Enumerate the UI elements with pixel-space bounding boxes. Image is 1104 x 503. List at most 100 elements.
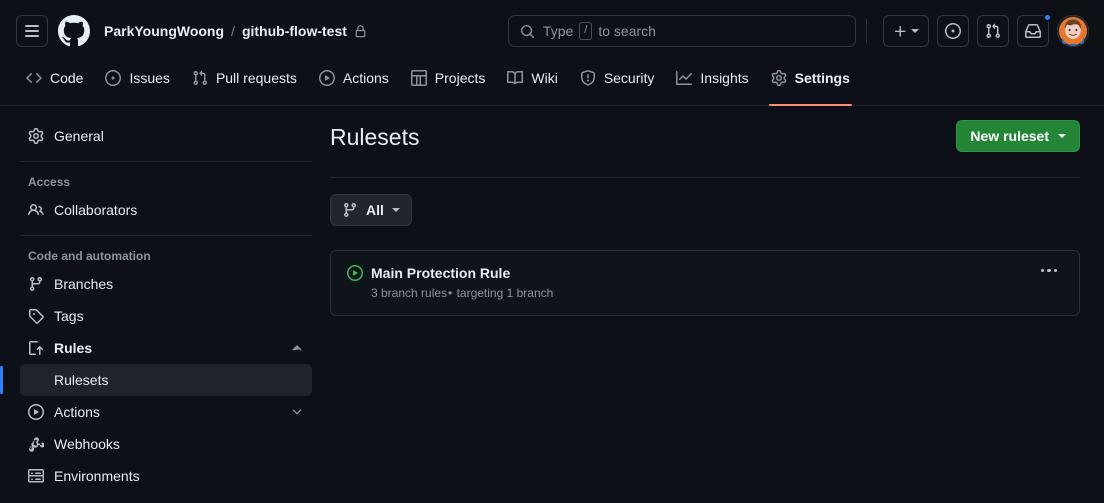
- play-icon: [28, 404, 44, 420]
- ruleset-name[interactable]: Main Protection Rule: [371, 265, 510, 281]
- ruleset-meta: 3 branch rules• targeting 1 branch: [347, 286, 1035, 300]
- breadcrumb-repo[interactable]: github-flow-test: [242, 23, 347, 39]
- header-actions: [864, 13, 1089, 47]
- kebab-horizontal-icon: [1047, 268, 1051, 273]
- search-icon: [520, 24, 535, 38]
- sidebar-item-rulesets-label: Rulesets: [54, 372, 109, 388]
- search-placeholder: Type / to search: [543, 22, 656, 40]
- tab-issues[interactable]: Issues: [95, 62, 179, 105]
- tag-icon: [29, 309, 44, 324]
- ruleset-rules-count: 3 branch rules: [371, 285, 448, 300]
- inbox-icon: [1024, 24, 1041, 38]
- tab-security[interactable]: Security: [570, 62, 665, 105]
- ruleset-info: Main Protection Rule 3 branch rules• tar…: [347, 264, 1035, 300]
- ruleset-target: targeting 1 branch: [453, 285, 554, 300]
- settings-sidebar: General Access Collaborators Code and au…: [0, 120, 330, 492]
- sidebar-item-collaborators[interactable]: Collaborators: [20, 194, 312, 226]
- search-placeholder-suffix: to search: [598, 23, 656, 39]
- tab-settings[interactable]: Settings: [761, 62, 860, 106]
- active-play-icon: [347, 264, 363, 281]
- github-logo-icon[interactable]: [58, 15, 90, 47]
- breadcrumb-owner[interactable]: ParkYoungWoong: [104, 23, 224, 39]
- notifications-wrapper: [1016, 13, 1052, 47]
- new-ruleset-button[interactable]: New ruleset: [956, 120, 1080, 152]
- gear-icon: [771, 70, 787, 86]
- title-divider: [330, 176, 1080, 178]
- tab-projects[interactable]: Projects: [401, 62, 496, 105]
- tab-settings-label: Settings: [794, 70, 850, 86]
- shield-icon: [580, 70, 595, 86]
- tab-code[interactable]: Code: [16, 62, 93, 105]
- notification-indicator: [1042, 13, 1052, 22]
- sidebar-item-rules-label: Rules: [54, 340, 93, 356]
- chevron-down-icon: [910, 29, 919, 33]
- search-input[interactable]: Type / to search: [507, 15, 856, 47]
- chevron-down-icon: [1058, 134, 1066, 138]
- plus-icon: [894, 25, 906, 37]
- lock-icon: [355, 24, 366, 37]
- table-icon: [410, 70, 427, 86]
- sidebar-item-environments[interactable]: Environments: [20, 460, 312, 492]
- tab-insights[interactable]: Insights: [666, 62, 758, 105]
- kebab-horizontal-icon: [1040, 268, 1044, 273]
- chevron-down-icon: [391, 207, 400, 212]
- people-icon: [28, 203, 44, 216]
- pull-requests-button[interactable]: [976, 15, 1009, 47]
- new-ruleset-button-label: New ruleset: [970, 128, 1049, 144]
- code-icon: [26, 72, 42, 84]
- main-content: Rulesets New ruleset All Main Protection…: [330, 120, 1104, 492]
- sidebar-item-webhooks-label: Webhooks: [54, 436, 120, 452]
- ruleset-list-item[interactable]: Main Protection Rule 3 branch rules• tar…: [330, 249, 1080, 316]
- tab-insights-label: Insights: [700, 70, 749, 86]
- chevron-up-icon: [292, 345, 302, 351]
- issue-opened-icon: [105, 70, 122, 86]
- sidebar-item-branches[interactable]: Branches: [20, 268, 312, 300]
- tab-wiki[interactable]: Wiki: [497, 62, 567, 105]
- ruleset-filter-label: All: [366, 201, 384, 218]
- menu-button[interactable]: [16, 15, 48, 47]
- header-divider: [865, 19, 867, 43]
- sidebar-item-actions[interactable]: Actions: [20, 396, 312, 428]
- tab-issues-label: Issues: [129, 70, 170, 86]
- tab-actions-label: Actions: [342, 70, 389, 86]
- avatar[interactable]: [1056, 15, 1089, 47]
- tab-pull-requests[interactable]: Pull requests: [182, 62, 307, 105]
- sidebar-item-actions-label: Actions: [54, 404, 100, 420]
- sidebar-item-tags-label: Tags: [54, 308, 84, 324]
- repository-nav: Code Issues Pull requests Actions Projec…: [0, 62, 1104, 106]
- issue-opened-icon: [944, 23, 961, 39]
- ruleset-title-row: Main Protection Rule: [347, 264, 1035, 281]
- search-slash-key: /: [579, 22, 593, 40]
- sidebar-item-rulesets[interactable]: Rulesets: [0, 364, 312, 396]
- tab-projects-label: Projects: [434, 70, 486, 86]
- webhook-icon: [29, 437, 44, 452]
- kebab-horizontal-icon: [1053, 268, 1057, 273]
- server-icon: [28, 469, 44, 483]
- sidebar-item-rules[interactable]: Rules: [20, 332, 312, 364]
- tab-code-label: Code: [50, 70, 84, 86]
- ruleset-options-button[interactable]: [1035, 263, 1064, 279]
- breadcrumb: ParkYoungWoong / github-flow-test: [104, 23, 367, 39]
- create-new-button[interactable]: [882, 15, 929, 47]
- sidebar-heading-access: Access: [28, 175, 71, 189]
- git-pull-request-icon: [193, 70, 207, 86]
- chevron-down-icon: [292, 409, 302, 415]
- sidebar-item-general[interactable]: General: [20, 120, 312, 152]
- git-pull-request-icon: [986, 23, 1000, 39]
- sidebar-heading-code-and-automation: Code and automation: [28, 249, 151, 263]
- sidebar-item-branches-label: Branches: [54, 276, 114, 292]
- tab-actions[interactable]: Actions: [309, 62, 399, 105]
- sidebar-item-webhooks[interactable]: Webhooks: [20, 428, 312, 460]
- issues-button[interactable]: [936, 15, 969, 47]
- tab-pull-requests-label: Pull requests: [215, 70, 297, 86]
- sidebar-item-general-label: General: [54, 128, 104, 144]
- breadcrumb-separator: /: [231, 23, 235, 39]
- ruleset-filter-button[interactable]: All: [330, 193, 412, 226]
- sidebar-item-tags[interactable]: Tags: [20, 300, 312, 332]
- git-branch-icon: [29, 277, 42, 292]
- main-header: Rulesets New ruleset: [330, 120, 1080, 153]
- sidebar-item-environments-label: Environments: [54, 468, 140, 484]
- page-body: General Access Collaborators Code and au…: [0, 106, 1104, 492]
- hamburger-icon: [25, 25, 39, 37]
- search-placeholder-prefix: Type: [542, 23, 574, 39]
